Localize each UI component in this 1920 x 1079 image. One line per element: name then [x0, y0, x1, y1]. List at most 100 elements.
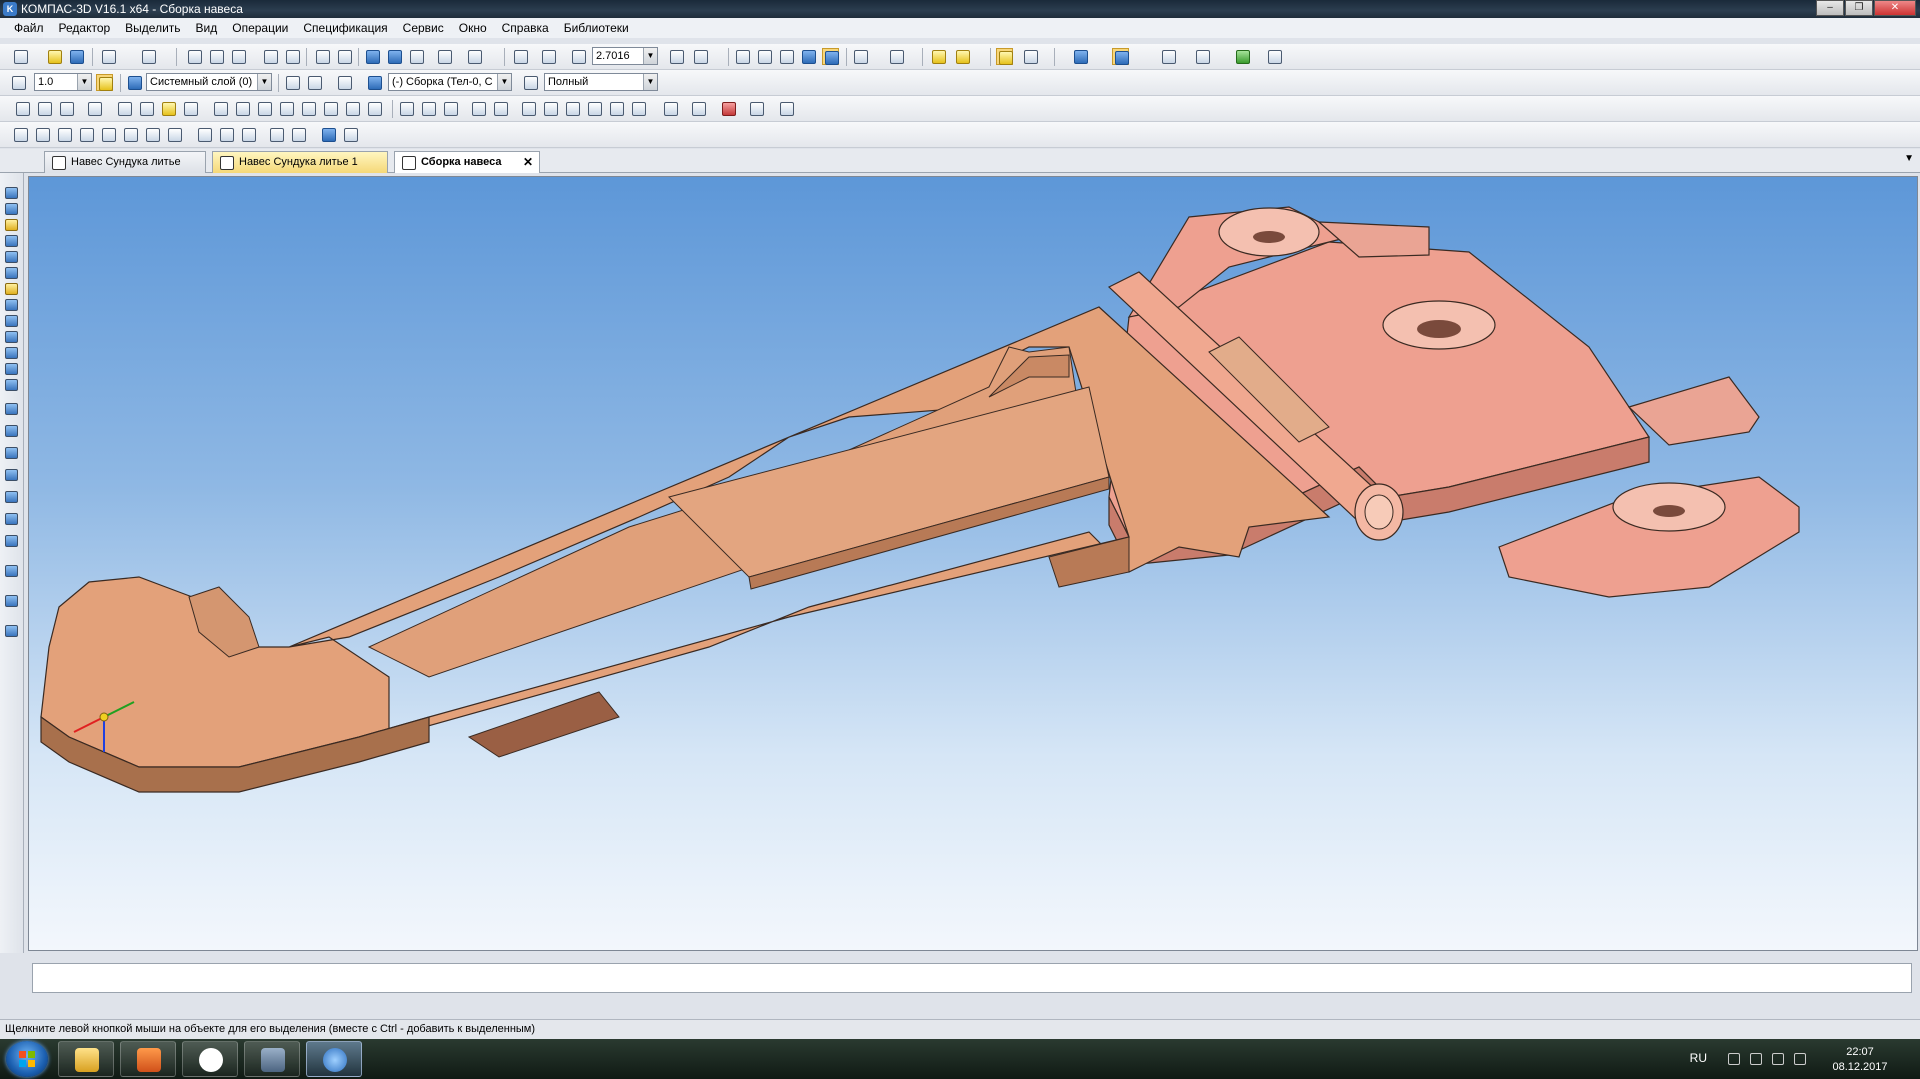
geom-7-icon[interactable] — [144, 126, 161, 143]
tool-31-icon[interactable] — [748, 100, 765, 117]
action-center-flag-icon[interactable] — [1750, 1053, 1762, 1065]
close-window-button[interactable]: ✕ — [1874, 0, 1916, 16]
geom-5-icon[interactable] — [100, 126, 117, 143]
surface-1-icon[interactable] — [5, 403, 18, 415]
tool-19-icon[interactable] — [442, 100, 459, 117]
menu-select[interactable]: Выделить — [125, 21, 180, 35]
paste-icon[interactable] — [230, 48, 247, 65]
taskbar-explorer[interactable] — [58, 1041, 114, 1077]
orthogonal-icon[interactable] — [306, 74, 323, 91]
geom-8-icon[interactable] — [166, 126, 183, 143]
close-tab-icon[interactable]: ✕ — [523, 152, 533, 172]
preview-icon[interactable] — [140, 48, 157, 65]
geom-2-icon[interactable] — [34, 126, 51, 143]
layer-combo[interactable]: Системный слой (0) ▼ — [146, 73, 272, 91]
tool-14-icon[interactable] — [322, 100, 339, 117]
model-viewport[interactable] — [28, 176, 1918, 951]
measure-tool-icon[interactable] — [5, 299, 18, 311]
text-style-icon[interactable] — [1266, 48, 1283, 65]
panel-2-icon[interactable] — [5, 595, 18, 607]
lib-icon[interactable] — [5, 363, 18, 375]
shaded-icon[interactable] — [800, 48, 817, 65]
measure-icon[interactable] — [436, 48, 453, 65]
tool-18-icon[interactable] — [420, 100, 437, 117]
assembly-context-combo[interactable]: (-) Сборка (Тел-0, С ▼ — [388, 73, 512, 91]
tool-23-icon[interactable] — [542, 100, 559, 117]
properties-icon[interactable] — [262, 48, 279, 65]
tool-1-icon[interactable] — [14, 100, 31, 117]
menu-help[interactable]: Справка — [502, 21, 549, 35]
tool-5-icon[interactable] — [116, 100, 133, 117]
surface-2-icon[interactable] — [5, 425, 18, 437]
geom-13-icon[interactable] — [290, 126, 307, 143]
surface-4-icon[interactable] — [5, 469, 18, 481]
filter-2-icon[interactable] — [888, 48, 905, 65]
insert-component-icon[interactable] — [954, 48, 971, 65]
wireframe-icon[interactable] — [734, 48, 751, 65]
tool-27-icon[interactable] — [630, 100, 647, 117]
tool-2-icon[interactable] — [36, 100, 53, 117]
geom-14-icon[interactable] — [320, 126, 337, 143]
show-hidden-icons-icon[interactable] — [1728, 1053, 1740, 1065]
tool-28-icon[interactable] — [662, 100, 679, 117]
chevron-down-icon[interactable]: ▼ — [77, 74, 91, 90]
redo-icon[interactable] — [336, 48, 353, 65]
maximize-button[interactable]: ❐ — [1845, 0, 1873, 16]
layer-icon[interactable] — [126, 74, 143, 91]
tool-29-icon[interactable] — [690, 100, 707, 117]
sketch-icon[interactable] — [5, 203, 18, 215]
assembly-context-icon[interactable] — [366, 74, 383, 91]
tool-20-icon[interactable] — [470, 100, 487, 117]
geom-4-icon[interactable] — [78, 126, 95, 143]
zoom-window-icon[interactable] — [512, 48, 529, 65]
tool-6-icon[interactable] — [138, 100, 155, 117]
rotate-icon[interactable] — [668, 48, 685, 65]
tool-24-icon[interactable] — [564, 100, 581, 117]
help-cursor-icon[interactable] — [466, 48, 483, 65]
start-button[interactable] — [6, 1041, 48, 1077]
tab-navess-litye[interactable]: Навес Сундука литье — [44, 151, 206, 173]
tool-7-icon[interactable] — [160, 100, 177, 117]
rotate-op-icon[interactable] — [5, 235, 18, 247]
tool-9-icon[interactable] — [212, 100, 229, 117]
chevron-down-icon[interactable]: ▼ — [643, 48, 657, 64]
save-icon[interactable] — [68, 48, 85, 65]
tool-17-icon[interactable] — [398, 100, 415, 117]
tool-26-icon[interactable] — [608, 100, 625, 117]
geom-9-icon[interactable] — [196, 126, 213, 143]
taskbar-yandex-browser[interactable] — [182, 1041, 238, 1077]
color-mode-icon[interactable] — [1112, 48, 1129, 65]
shaded-edges-icon[interactable] — [822, 48, 839, 65]
zoom-in-icon[interactable] — [570, 48, 587, 65]
menu-window[interactable]: Окно — [459, 21, 487, 35]
tree-icon[interactable] — [1022, 48, 1039, 65]
display-mode-icon[interactable] — [522, 74, 539, 91]
panel-3-icon[interactable] — [5, 625, 18, 637]
tool-10-icon[interactable] — [234, 100, 251, 117]
tab-sborka-navesa[interactable]: Сборка навеса ✕ — [394, 151, 540, 173]
cut-icon[interactable] — [186, 48, 203, 65]
calculator-icon[interactable] — [284, 48, 301, 65]
align-icon[interactable] — [1194, 48, 1211, 65]
surface-6-icon[interactable] — [5, 513, 18, 525]
component-icon[interactable] — [930, 48, 947, 65]
display-style-icon[interactable] — [1072, 48, 1089, 65]
geom-6-icon[interactable] — [122, 126, 139, 143]
context-icon[interactable] — [336, 74, 353, 91]
menu-specification[interactable]: Спецификация — [303, 21, 387, 35]
tool-15-icon[interactable] — [344, 100, 361, 117]
surface-5-icon[interactable] — [5, 491, 18, 503]
menu-file[interactable]: Файл — [14, 21, 44, 35]
panel-1-icon[interactable] — [5, 565, 18, 577]
tool-12-icon[interactable] — [278, 100, 295, 117]
geom-1-icon[interactable] — [12, 126, 29, 143]
tool-25-icon[interactable] — [586, 100, 603, 117]
minimize-button[interactable]: – — [1816, 0, 1844, 16]
tool-8-icon[interactable] — [182, 100, 199, 117]
layers-icon[interactable] — [1160, 48, 1177, 65]
menu-operations[interactable]: Операции — [232, 21, 288, 35]
geom-11-icon[interactable] — [240, 126, 257, 143]
step-cursor-icon[interactable] — [10, 74, 27, 91]
tool-3-icon[interactable] — [58, 100, 75, 117]
refresh-icon[interactable] — [1234, 48, 1251, 65]
